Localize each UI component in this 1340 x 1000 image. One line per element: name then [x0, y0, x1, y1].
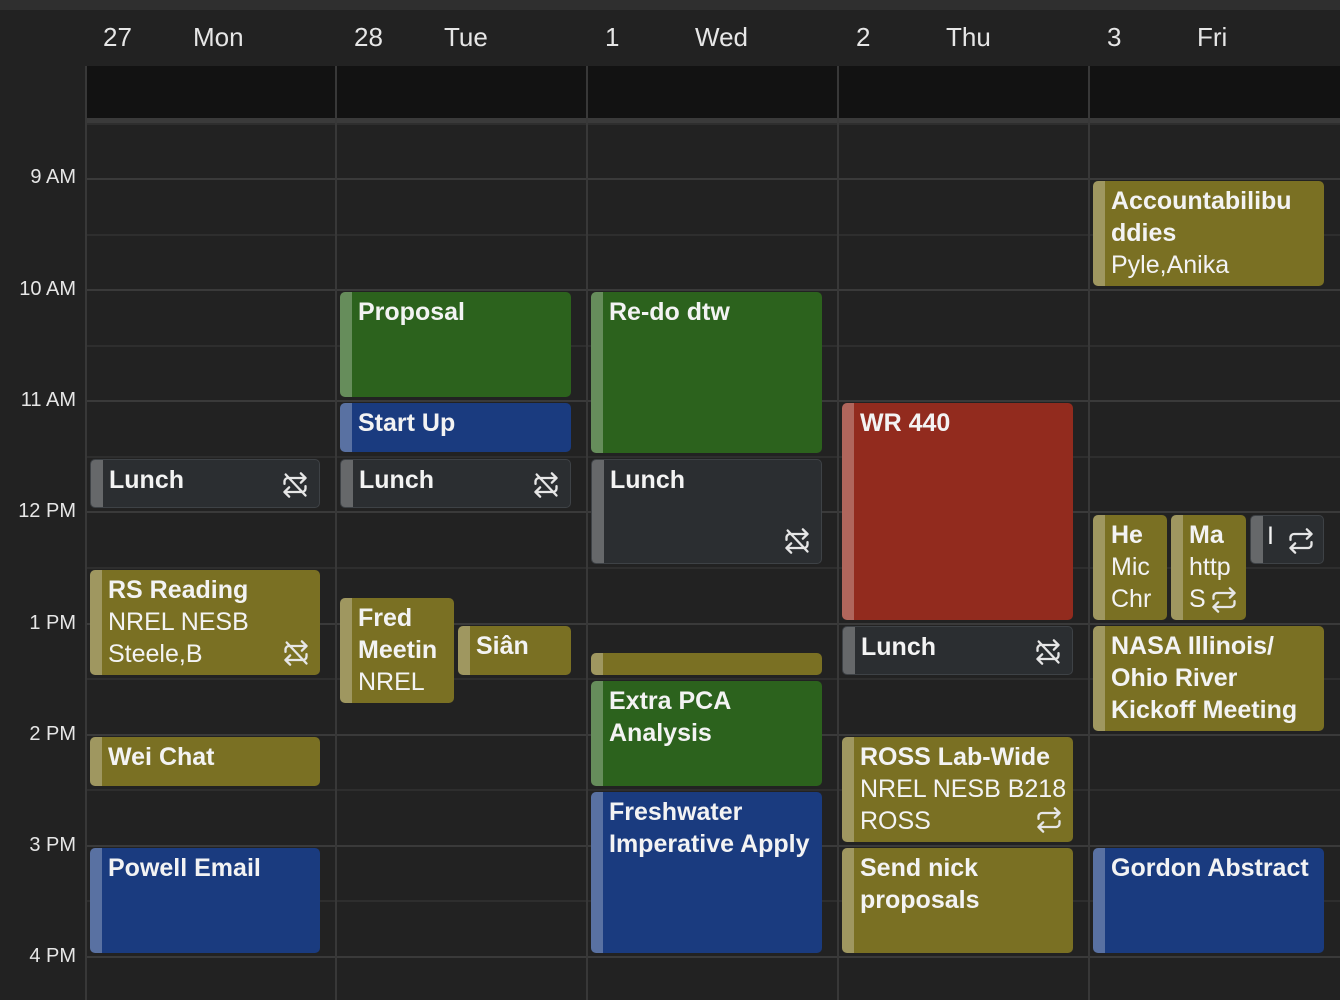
event-thu-lunch[interactable]: Lunch — [842, 626, 1073, 675]
event-wed-freshwater[interactable]: Freshwater Imperative Apply — [591, 792, 822, 953]
column-divider — [1088, 66, 1090, 1000]
column-divider — [586, 66, 588, 1000]
allday-cell-mon[interactable] — [86, 66, 336, 118]
day-name: Wed — [695, 22, 748, 52]
allday-cell-fri[interactable] — [1090, 66, 1340, 118]
column-divider — [837, 66, 839, 1000]
event-fri-gordon-abstract[interactable]: Gordon Abstract — [1093, 848, 1324, 953]
event-fri-he[interactable]: He Mic Chr — [1093, 515, 1167, 620]
day-header-thu[interactable]: 2 Thu — [839, 22, 1089, 54]
allday-cell-thu[interactable] — [839, 66, 1089, 118]
event-title: Siân — [476, 632, 529, 660]
recurrence-off-icon — [281, 471, 309, 499]
event-title: Proposal — [358, 298, 465, 326]
day-name: Fri — [1197, 22, 1228, 52]
column-divider — [335, 66, 337, 1000]
event-tue-proposal[interactable]: Proposal — [340, 292, 571, 397]
event-title: Powell Email — [108, 854, 261, 882]
allday-cell-tue[interactable] — [337, 66, 587, 118]
event-title: NASA Illinois/ Ohio River Kickoff Meetin… — [1111, 632, 1298, 724]
event-fri-ma[interactable]: Ma http S — [1171, 515, 1246, 620]
event-mon-wei-chat[interactable]: Wei Chat — [90, 737, 320, 786]
event-wed-untitled[interactable] — [591, 653, 822, 675]
event-title: WR 440 — [860, 409, 951, 437]
event-location: http — [1189, 553, 1231, 581]
time-label-11am: 11 AM — [20, 389, 76, 411]
day-number: 1 — [605, 22, 620, 52]
recurrence-off-icon — [1034, 638, 1062, 666]
day-number: 28 — [354, 22, 383, 52]
event-organizer: Chr — [1111, 585, 1152, 613]
day-header-wed[interactable]: 1 Wed — [588, 22, 838, 54]
day-number: 27 — [103, 22, 132, 52]
event-thu-ross-lab-wide[interactable]: ROSS Lab-Wide NREL NESB B218 ROSS — [842, 737, 1073, 842]
recurrence-off-icon — [282, 639, 310, 667]
day-name: Tue — [444, 22, 488, 52]
event-tue-fred-meeting[interactable]: Fred Meetin NREL — [340, 598, 454, 703]
event-mon-rs-reading[interactable]: RS Reading NREL NESB Steele,B — [90, 570, 320, 675]
event-title: Ma — [1189, 521, 1224, 549]
event-tue-lunch[interactable]: Lunch — [340, 459, 571, 508]
event-thu-wr440[interactable]: WR 440 — [842, 403, 1073, 620]
event-fri-accountabilibuddies[interactable]: Accountabilibu ddies Pyle,Anika — [1093, 181, 1324, 286]
grid-line — [86, 956, 1340, 958]
event-title: He — [1111, 521, 1143, 549]
event-location: NREL — [358, 668, 425, 696]
event-organizer: Pyle,Anika — [1111, 251, 1230, 279]
event-tue-start-up[interactable]: Start Up — [340, 403, 571, 452]
recurrence-icon — [1287, 527, 1315, 555]
event-title: RS Reading — [108, 576, 249, 604]
time-label-1pm: 1 PM — [29, 612, 76, 634]
event-tue-sian[interactable]: Siân — [458, 626, 571, 675]
event-title: Lunch — [610, 466, 685, 494]
event-title: Fred Meetin — [358, 604, 438, 664]
window-top-strip — [0, 0, 1340, 10]
day-header-tue[interactable]: 28 Tue — [337, 22, 587, 54]
event-title: Gordon Abstract — [1111, 854, 1309, 882]
event-title: Extra PCA Analysis — [609, 687, 731, 747]
event-title: Freshwater Imperative Apply — [609, 798, 810, 858]
day-number: 2 — [856, 22, 871, 52]
time-label-4pm: 4 PM — [29, 945, 76, 967]
event-title: Send nick proposals — [860, 854, 980, 914]
event-wed-redo-dtw[interactable]: Re-do dtw — [591, 292, 822, 453]
event-thu-send-nick[interactable]: Send nick proposals — [842, 848, 1073, 953]
grid-line — [86, 789, 1340, 791]
time-label-2pm: 2 PM — [29, 723, 76, 745]
time-label-12pm: 12 PM — [18, 500, 76, 522]
event-title: Wei Chat — [108, 743, 215, 771]
day-header-mon[interactable]: 27 Mon — [86, 22, 336, 54]
event-mon-lunch[interactable]: Lunch — [90, 459, 320, 508]
event-title: Re-do dtw — [609, 298, 730, 326]
recurrence-icon — [1035, 806, 1063, 834]
recurrence-icon — [1210, 586, 1238, 614]
event-mon-powell-email[interactable]: Powell Email — [90, 848, 320, 953]
recurrence-off-icon — [532, 471, 560, 499]
time-label-9am: 9 AM — [30, 166, 76, 188]
event-wed-extra-pca[interactable]: Extra PCA Analysis — [591, 681, 822, 786]
time-label-3pm: 3 PM — [29, 834, 76, 856]
grid-line — [86, 456, 1340, 458]
event-location: NREL NESB — [108, 608, 249, 636]
grid-line — [86, 178, 1340, 180]
event-title: Accountabilibu ddies — [1111, 187, 1292, 247]
column-divider — [85, 66, 87, 1000]
event-wed-lunch[interactable]: Lunch — [591, 459, 822, 564]
allday-cell-wed[interactable] — [588, 66, 838, 118]
day-header-fri[interactable]: 3 Fri — [1090, 22, 1340, 54]
grid-line — [86, 123, 1340, 125]
day-number: 3 — [1107, 22, 1122, 52]
event-location: Mic — [1111, 553, 1150, 581]
day-name: Mon — [193, 22, 244, 52]
event-fri-untitled[interactable]: I — [1250, 515, 1324, 564]
day-name: Thu — [946, 22, 991, 52]
recurrence-off-icon — [783, 527, 811, 555]
event-title: ROSS Lab-Wide — [860, 743, 1051, 771]
grid-line — [86, 289, 1340, 291]
event-fri-nasa-kickoff[interactable]: NASA Illinois/ Ohio River Kickoff Meetin… — [1093, 626, 1324, 731]
event-location: NREL NESB B218 — [860, 775, 1067, 803]
time-label-10am: 10 AM — [19, 278, 76, 300]
event-title: Start Up — [358, 409, 456, 437]
